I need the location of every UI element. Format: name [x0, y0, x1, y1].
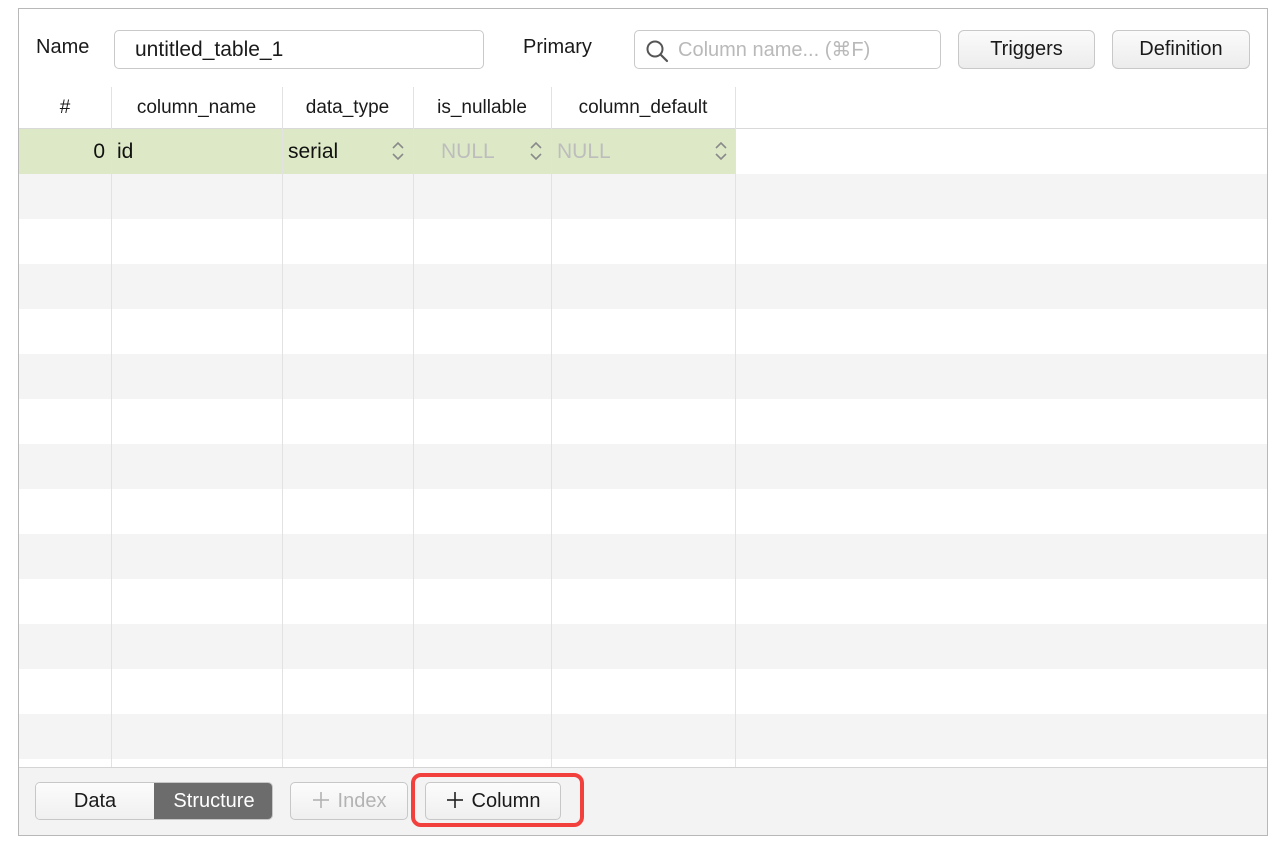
empty-table-row	[19, 309, 1267, 354]
plus-icon	[312, 792, 329, 808]
table-editor-window: Name untitled_table_1 Primary Triggers D…	[18, 8, 1268, 836]
empty-table-row	[19, 714, 1267, 759]
search-icon	[646, 40, 669, 63]
row-index-cell: 0	[93, 140, 105, 163]
column-default-cell[interactable]: NULL	[557, 129, 697, 174]
triggers-button[interactable]: Triggers	[958, 30, 1095, 69]
table-row[interactable]: 0 id serial NULL NULL	[19, 129, 1267, 174]
add-index-button[interactable]: Index	[290, 782, 408, 820]
primary-label: Primary	[523, 36, 592, 58]
table-header: # column_name data_type is_nullable colu…	[19, 87, 1267, 129]
empty-table-row	[19, 489, 1267, 534]
column-header-column-default[interactable]: column_default	[551, 87, 735, 128]
column-header-data-type[interactable]: data_type	[282, 87, 413, 128]
empty-table-row	[19, 444, 1267, 489]
empty-table-row	[19, 624, 1267, 669]
view-mode-segmented-control: Data Structure	[35, 782, 273, 820]
add-column-label: Column	[471, 790, 541, 812]
empty-table-row	[19, 759, 1267, 767]
table-body: 0 id serial NULL NULL	[19, 129, 1267, 767]
empty-table-row	[19, 219, 1267, 264]
is-nullable-cell[interactable]: NULL	[441, 129, 531, 174]
data-type-cell[interactable]: serial	[288, 129, 388, 174]
plus-icon	[446, 792, 463, 808]
empty-table-row	[19, 174, 1267, 219]
empty-table-row	[19, 534, 1267, 579]
add-column-button[interactable]: Column	[425, 782, 561, 820]
data-type-stepper-icon[interactable]	[391, 138, 405, 164]
add-index-label: Index	[337, 790, 387, 812]
is-nullable-stepper-icon[interactable]	[529, 138, 543, 164]
data-tab[interactable]: Data	[36, 783, 154, 819]
column-search-input[interactable]	[678, 35, 933, 65]
table-name-input[interactable]: untitled_table_1	[114, 30, 484, 69]
column-default-stepper-icon[interactable]	[714, 138, 728, 164]
column-header-index[interactable]: #	[19, 87, 111, 128]
column-header-column-name[interactable]: column_name	[111, 87, 282, 128]
structure-table: # column_name data_type is_nullable colu…	[19, 87, 1267, 767]
bottom-bar: Data Structure Index Column	[19, 767, 1267, 835]
empty-table-row	[19, 264, 1267, 309]
empty-table-row	[19, 579, 1267, 624]
column-name-cell[interactable]: id	[117, 129, 277, 174]
toolbar: Name untitled_table_1 Primary Triggers D…	[19, 9, 1267, 87]
empty-table-row	[19, 669, 1267, 714]
column-search-field[interactable]	[634, 30, 941, 69]
structure-tab[interactable]: Structure	[154, 783, 272, 819]
name-label: Name	[36, 36, 90, 58]
empty-table-row	[19, 354, 1267, 399]
column-header-is-nullable[interactable]: is_nullable	[413, 87, 551, 128]
empty-table-row	[19, 399, 1267, 444]
definition-button[interactable]: Definition	[1112, 30, 1250, 69]
